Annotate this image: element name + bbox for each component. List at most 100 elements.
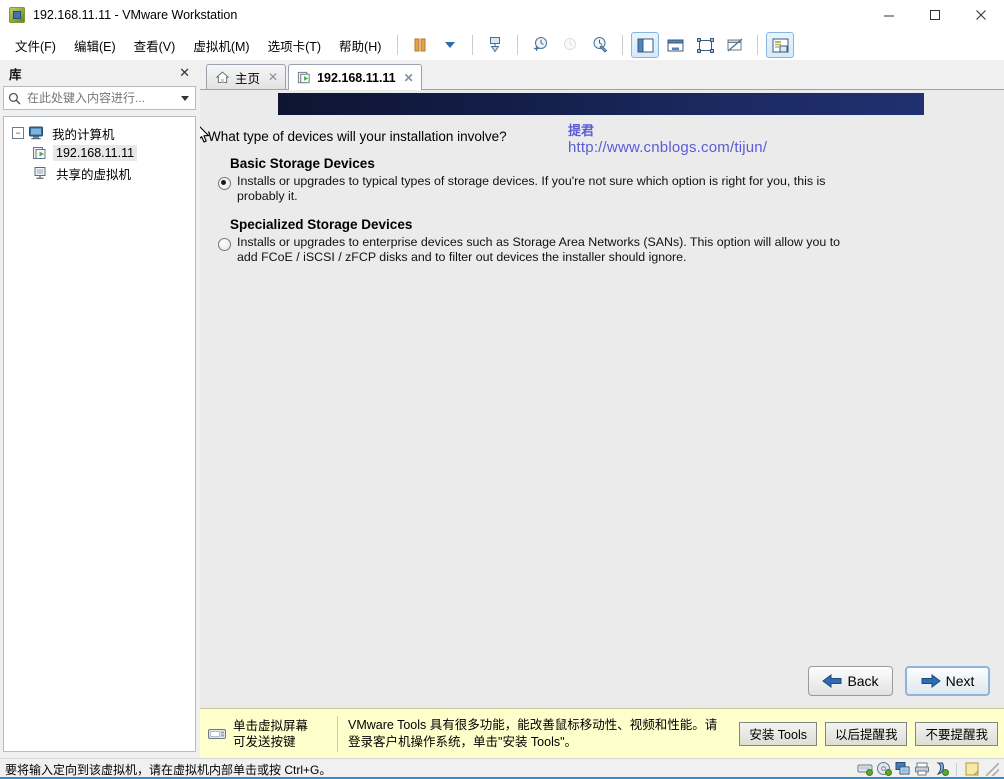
library-title: 库 — [9, 67, 22, 82]
radio-basic-storage-devices[interactable] — [218, 177, 231, 190]
usb-sound-icon[interactable] — [933, 761, 949, 777]
menu-vm[interactable]: 虚拟机(M) — [184, 32, 258, 59]
menu-bar: 文件(F) 编辑(E) 查看(V) 虚拟机(M) 选项卡(T) 帮助(H) — [0, 30, 1004, 60]
option-title: Basic Storage Devices — [230, 156, 375, 171]
fullscreen-icon — [696, 37, 714, 53]
option-basic-storage[interactable]: Basic Storage Devices Installs or upgrad… — [218, 156, 842, 203]
remind-me-later-button[interactable]: 以后提醒我 — [824, 721, 908, 746]
snapshot-back-button[interactable] — [556, 32, 584, 58]
unity-mode-button[interactable] — [721, 32, 749, 58]
toolbar-separator — [622, 35, 624, 55]
keyboard-hint-text: 单击虚拟屏幕 可发送按键 — [233, 718, 308, 750]
menu-help[interactable]: 帮助(H) — [330, 32, 390, 59]
library-close-button[interactable]: ✕ — [175, 65, 194, 81]
workspace: 主页 ✕ 192.168.11.11 ✕ What type of device… — [200, 60, 1004, 758]
tab-close-icon[interactable]: ✕ — [404, 71, 414, 85]
resize-grip-icon[interactable] — [986, 762, 999, 776]
suspend-button[interactable] — [406, 32, 434, 58]
window-controls — [866, 0, 1004, 29]
network-adapter-icon[interactable] — [895, 761, 911, 777]
back-button[interactable]: Back — [808, 666, 893, 696]
option-description: Installs or upgrades to enterprise devic… — [237, 235, 841, 264]
take-snapshot-button[interactable] — [481, 32, 509, 58]
tree-item-label: 192.168.11.11 — [53, 145, 138, 161]
notification-message: VMware Tools 具有很多功能，能改善鼠标移动性、视频和性能。请登录客户… — [348, 717, 718, 749]
tab-label: 192.168.11.11 — [317, 70, 396, 85]
revert-snapshot-button[interactable] — [526, 32, 554, 58]
next-button[interactable]: Next — [905, 666, 990, 696]
tree-item-vm-192-168-11-11[interactable]: 192.168.11.11 — [6, 143, 193, 163]
show-console-view-button[interactable] — [661, 32, 689, 58]
tab-close-icon[interactable]: ✕ — [268, 70, 278, 84]
tree-item-label: 共享的虚拟机 — [56, 167, 132, 182]
install-tools-button[interactable]: 安装 Tools — [739, 721, 817, 746]
close-button[interactable] — [958, 0, 1004, 29]
console-view-icon — [667, 39, 684, 51]
status-separator — [956, 762, 957, 776]
menu-edit[interactable]: 编辑(E) — [65, 32, 125, 59]
printer-icon[interactable] — [914, 761, 930, 777]
toolbar-separator — [397, 35, 399, 55]
back-button-label: Back — [847, 673, 879, 689]
library-panel-icon — [637, 38, 654, 52]
search-icon — [8, 92, 21, 104]
toolbar-separator — [472, 35, 474, 55]
toolbar-separator — [517, 35, 519, 55]
power-dropdown-button[interactable] — [436, 32, 464, 58]
notes-icon[interactable] — [964, 761, 980, 777]
vm-console[interactable]: What type of devices will your installat… — [200, 90, 1004, 708]
next-button-label: Next — [945, 673, 975, 689]
chevron-down-icon — [445, 42, 456, 48]
snapshot-manager-button[interactable] — [586, 32, 614, 58]
preferences-button[interactable] — [766, 32, 795, 58]
computer-icon — [29, 126, 43, 140]
tree-expander-my-computer[interactable]: − — [12, 127, 24, 139]
keyboard-icon — [208, 728, 226, 739]
title-bar: 192.168.11.11 - VMware Workstation — [0, 0, 1004, 30]
tree-item-my-computer[interactable]: − 我的计算机 — [6, 123, 193, 143]
arrow-right-icon — [921, 674, 941, 688]
menu-file[interactable]: 文件(F) — [6, 32, 65, 59]
vm-icon — [33, 147, 46, 159]
radio-specialized-storage-devices[interactable] — [218, 238, 231, 251]
hard-disk-icon[interactable] — [857, 761, 873, 777]
library-panel: 库 ✕ − — [0, 60, 200, 758]
maximize-button[interactable] — [912, 0, 958, 29]
minimize-button[interactable] — [866, 0, 912, 29]
library-header: 库 ✕ — [3, 63, 196, 83]
snapshot-icon — [490, 37, 501, 53]
snapshot-revert-icon — [534, 37, 548, 51]
notification-bar: 单击虚拟屏幕 可发送按键 VMware Tools 具有很多功能，能改善鼠标移动… — [200, 708, 1004, 758]
fullscreen-button[interactable] — [691, 32, 719, 58]
menu-tabs[interactable]: 选项卡(T) — [259, 32, 330, 59]
status-bar: 要将输入定向到该虚拟机，请在虚拟机内部单击或按 Ctrl+G。 — [0, 758, 1004, 779]
never-remind-button[interactable]: 不要提醒我 — [915, 721, 998, 746]
option-specialized-storage[interactable]: Specialized Storage Devices Installs or … — [218, 217, 842, 264]
watermark-author: 提君 — [568, 123, 595, 138]
menu-view[interactable]: 查看(V) — [125, 32, 185, 59]
library-tree: − 我的计算机 192.168.11.11 共享的虚拟机 — [3, 116, 196, 752]
tab-vm-192-168-11-11[interactable]: 192.168.11.11 ✕ — [288, 64, 422, 90]
unity-mode-icon — [727, 38, 743, 51]
installer-header-banner — [278, 93, 924, 115]
toolbar-separator — [757, 35, 759, 55]
library-search-box[interactable] — [3, 86, 196, 110]
installer-screen: What type of devices will your installat… — [200, 116, 1004, 708]
window-title: 192.168.11.11 - VMware Workstation — [33, 7, 238, 22]
search-dropdown-icon[interactable] — [181, 95, 189, 101]
keyboard-hint: 单击虚拟屏幕 可发送按键 — [208, 718, 333, 750]
show-library-button[interactable] — [631, 32, 660, 58]
home-icon — [215, 70, 230, 83]
tab-home[interactable]: 主页 ✕ — [206, 64, 287, 89]
installer-question: What type of devices will your installat… — [208, 129, 507, 144]
option-description: Installs or upgrades to typical types of… — [237, 174, 826, 203]
tree-item-shared-vms[interactable]: 共享的虚拟机 — [6, 163, 193, 183]
shared-vm-icon — [34, 167, 46, 179]
preferences-icon — [772, 38, 789, 52]
pause-icon — [414, 38, 426, 52]
search-input[interactable] — [25, 90, 177, 106]
snapshot-clock-icon — [564, 38, 577, 50]
snapshot-manager-icon — [593, 37, 608, 53]
cd-dvd-icon[interactable] — [876, 761, 892, 777]
option-title: Specialized Storage Devices — [230, 217, 413, 232]
